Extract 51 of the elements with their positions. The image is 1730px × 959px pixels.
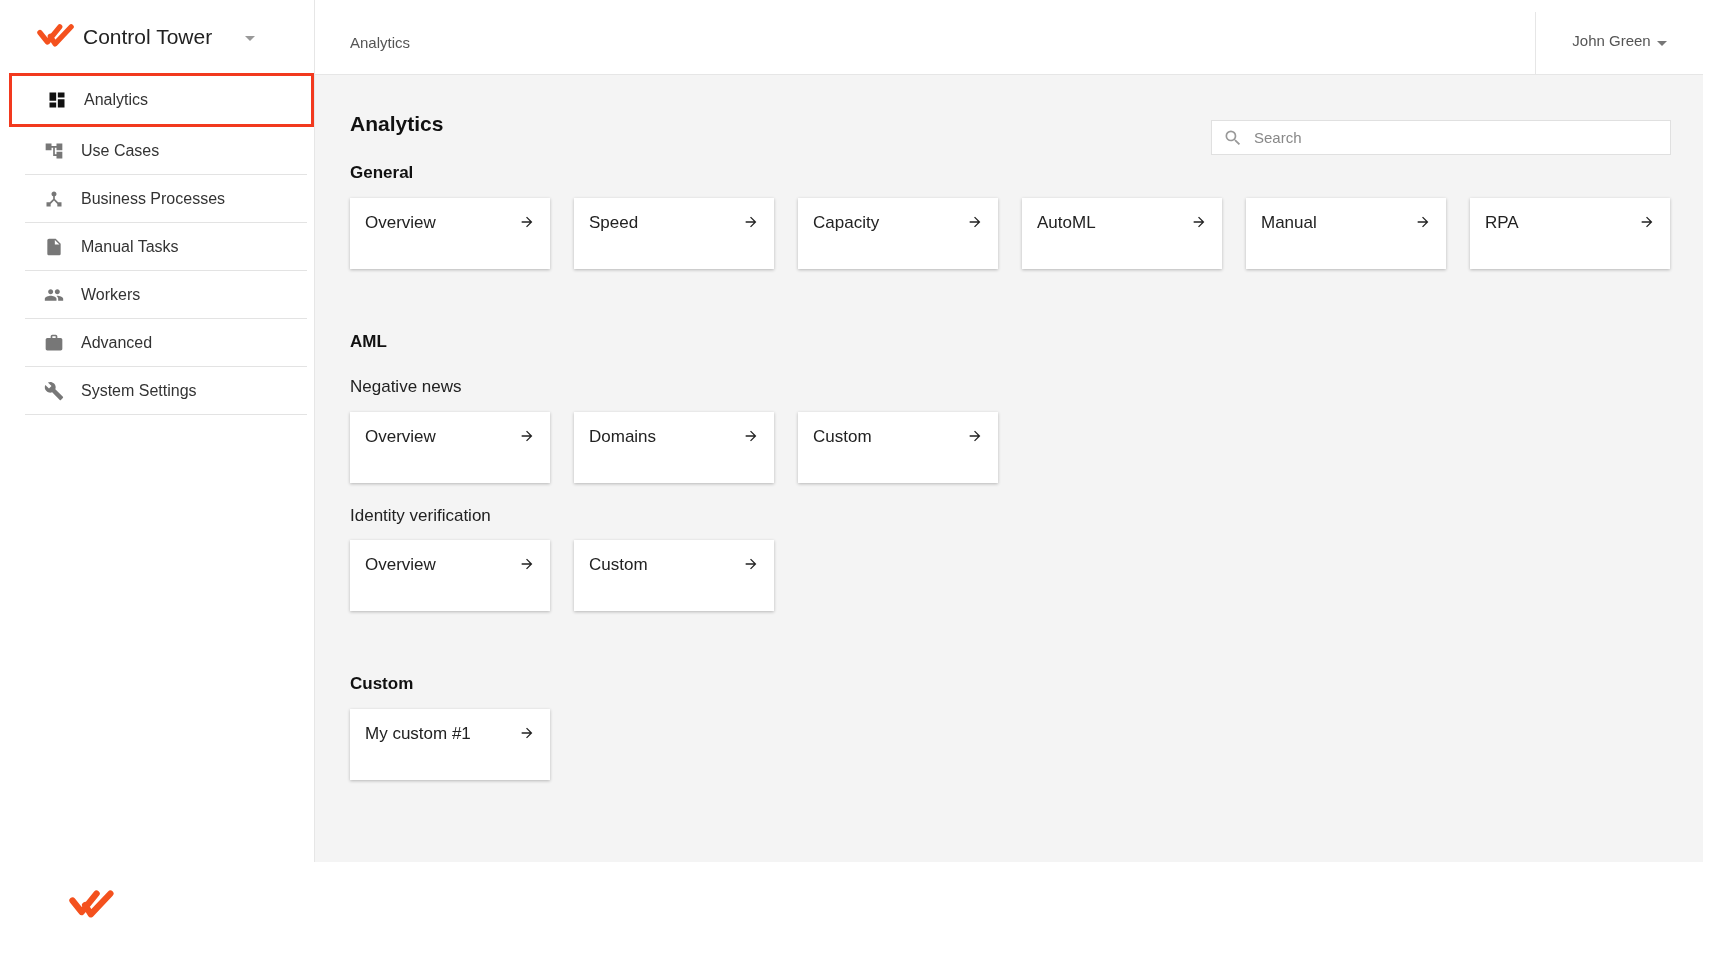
card-title: Overview <box>365 211 436 234</box>
subsection-heading: Identity verification <box>350 504 492 527</box>
sidebar-item[interactable]: Advanced <box>25 319 307 367</box>
analytics-card[interactable]: Custom <box>574 540 774 611</box>
briefcase-icon <box>44 332 64 353</box>
analytics-card[interactable]: Overview <box>350 197 550 269</box>
sidebar-item[interactable]: Manual Tasks <box>25 223 307 271</box>
analytics-card[interactable]: RPA <box>1470 197 1670 269</box>
analytics-card[interactable]: Overview <box>350 411 550 483</box>
section-heading: General <box>350 162 415 184</box>
sidebar-item[interactable]: Business Processes <box>25 175 307 223</box>
section-heading: Custom <box>350 673 415 695</box>
card-title: Speed <box>589 211 639 234</box>
card-title: Capacity <box>813 211 880 234</box>
card-title: Overview <box>365 554 436 576</box>
section-heading: AML <box>350 330 388 353</box>
breadcrumb: Analytics <box>350 32 412 53</box>
analytics-card[interactable]: Capacity <box>798 197 998 269</box>
caret-icon <box>1656 40 1667 46</box>
caret-icon[interactable] <box>245 35 256 41</box>
analytics-card[interactable]: My custom #1 <box>350 708 550 780</box>
card-title: RPA <box>1485 211 1519 234</box>
card-title: My custom #1 <box>365 722 471 745</box>
analytics-card[interactable]: Custom <box>798 411 998 483</box>
card-title: AutoML <box>1037 211 1096 234</box>
logo-icon <box>37 23 75 50</box>
sidebar-item[interactable]: Workers <box>25 271 307 319</box>
analytics-card[interactable]: Overview <box>350 540 550 611</box>
user-menu[interactable]: John Green <box>1535 12 1703 74</box>
card-title: Domains <box>589 425 657 448</box>
analytics-card[interactable]: AutoML <box>1022 197 1222 269</box>
sidebar-item[interactable]: Use Cases <box>25 127 307 175</box>
arrow-icon <box>519 556 535 572</box>
wrench-icon <box>44 380 64 401</box>
card-title: Manual <box>1261 211 1317 234</box>
card-title: Custom <box>589 554 648 576</box>
app-title: Control Tower <box>83 23 213 50</box>
document-icon <box>44 236 64 257</box>
card-title: Custom <box>813 425 872 448</box>
analytics-card[interactable]: Speed <box>574 197 774 269</box>
card-title: Overview <box>365 425 436 448</box>
sidebar-item[interactable]: Analytics <box>9 73 314 127</box>
search-field[interactable]: Search <box>1211 120 1671 155</box>
dashboard-icon <box>47 90 67 110</box>
analytics-card[interactable]: Manual <box>1246 197 1446 269</box>
arrow-icon <box>743 556 759 572</box>
page-title: Analytics <box>350 111 444 137</box>
search-icon <box>1223 128 1243 148</box>
subsection-heading: Negative news <box>350 376 463 398</box>
analytics-card[interactable]: Domains <box>574 411 774 483</box>
sidebar-item[interactable]: System Settings <box>25 367 307 415</box>
